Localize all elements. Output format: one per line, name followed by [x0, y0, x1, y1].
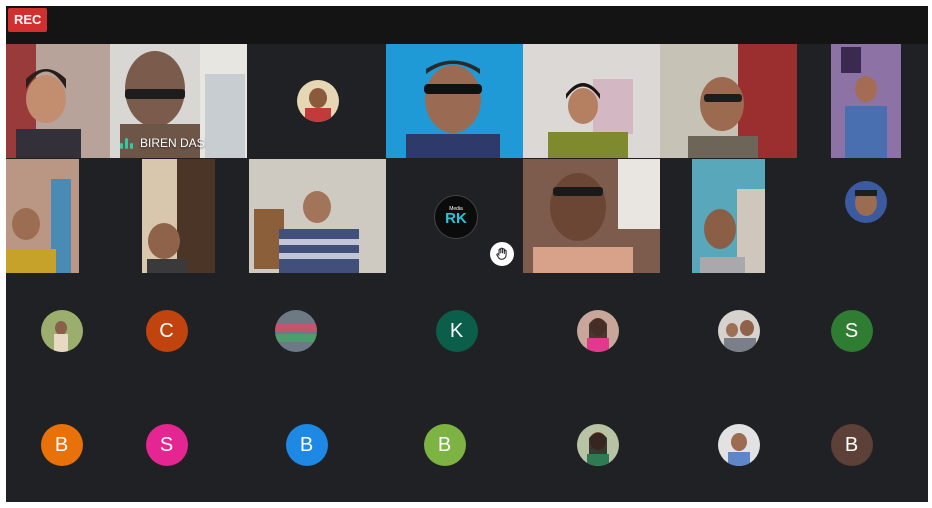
participant-tile[interactable]: S	[110, 388, 247, 502]
participant-tile[interactable]: B	[386, 388, 523, 502]
hand-raised-icon	[490, 242, 514, 266]
recording-badge: REC	[8, 8, 48, 32]
brand-logo-avatar: RK Media	[433, 195, 478, 239]
participant-tile[interactable]: RK Media	[386, 159, 523, 273]
participant-letter-avatar: B	[285, 424, 328, 466]
meeting-stage: REC BIREN DAS RK Media C K S B S B B B	[6, 6, 928, 502]
participant-tile[interactable]	[660, 274, 797, 388]
participant-tile[interactable]	[386, 44, 523, 158]
avatar-letter: B	[54, 433, 69, 456]
participant-tile[interactable]	[523, 44, 660, 158]
top-bar: REC	[6, 6, 928, 44]
avatar-letter: K	[449, 319, 464, 342]
participant-letter-avatar: B	[830, 424, 873, 466]
avatar-letter: B	[299, 433, 314, 456]
participant-photo-avatar	[40, 310, 83, 352]
svg-text:Media: Media	[449, 206, 463, 212]
participant-tile[interactable]	[523, 388, 660, 502]
participant-tile[interactable]	[660, 159, 797, 273]
participant-photo-avatar	[717, 424, 760, 466]
avatar-letter: B	[437, 433, 452, 456]
participant-tile[interactable]	[110, 159, 247, 273]
participant-tile[interactable]: B	[797, 388, 928, 502]
speaker-name-tag: BIREN DAS	[120, 136, 205, 150]
svg-text:RK: RK	[445, 210, 467, 227]
avatar-letter: C	[159, 319, 174, 342]
participant-tile[interactable]	[797, 159, 928, 273]
participant-tile[interactable]	[523, 274, 660, 388]
participant-photo-avatar	[274, 310, 317, 352]
participant-tile[interactable]	[660, 388, 797, 502]
avatar-letter: B	[844, 433, 859, 456]
participant-letter-avatar: C	[145, 310, 188, 352]
participant-photo-avatar	[576, 310, 619, 352]
speaking-indicator-icon	[120, 137, 133, 149]
participant-letter-avatar: S	[145, 424, 188, 466]
participant-letter-avatar: S	[830, 310, 873, 352]
avatar-letter: S	[844, 319, 859, 342]
participant-letter-avatar: B	[423, 424, 466, 466]
participant-tile-speaking[interactable]: BIREN DAS	[110, 44, 247, 158]
participant-tile[interactable]	[249, 274, 386, 388]
participant-tile[interactable]	[249, 44, 386, 158]
participant-photo-avatar	[576, 424, 619, 466]
participant-photo-avatar	[844, 181, 887, 223]
participant-tile[interactable]	[797, 44, 928, 158]
participant-photo-avatar	[717, 310, 760, 352]
participant-tile[interactable]: B	[249, 388, 386, 502]
participant-tile[interactable]: K	[386, 274, 523, 388]
speaker-name: BIREN DAS	[140, 136, 205, 150]
avatar-letter: S	[159, 433, 174, 456]
participant-letter-avatar: K	[435, 310, 478, 352]
participant-tile[interactable]	[249, 159, 386, 273]
participant-tile[interactable]	[660, 44, 797, 158]
participant-letter-avatar: B	[40, 424, 83, 466]
participant-tile[interactable]: S	[797, 274, 928, 388]
participant-photo-avatar	[296, 80, 339, 122]
participant-tile[interactable]	[523, 159, 660, 273]
participant-tile[interactable]: C	[110, 274, 247, 388]
